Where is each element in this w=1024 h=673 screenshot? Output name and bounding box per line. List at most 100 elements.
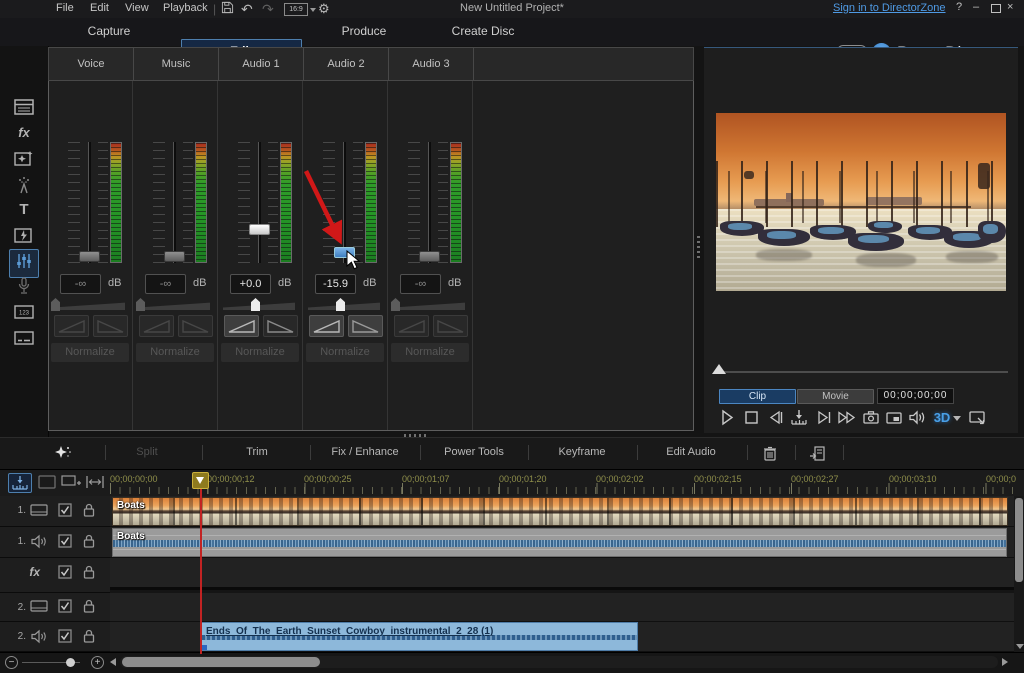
aspect-ratio-selector[interactable]: 16:9 xyxy=(284,3,308,16)
undo-icon[interactable]: ↶ xyxy=(241,1,253,17)
music-clip[interactable]: Ends_Of_The_Earth_Sunset_Cowboy_instrume… xyxy=(201,622,638,651)
seek-to-position-button[interactable] xyxy=(788,408,810,428)
transition-room-icon[interactable] xyxy=(12,226,36,248)
fade-out-button[interactable] xyxy=(433,315,468,337)
particle-room-icon[interactable] xyxy=(12,175,36,197)
normalize-button[interactable]: Normalize xyxy=(391,343,469,362)
chapter-room-icon[interactable]: 123 xyxy=(12,302,36,324)
scroll-left-arrow-icon[interactable] xyxy=(110,658,116,666)
track-enable-checkbox[interactable] xyxy=(58,565,72,584)
track-lock-icon[interactable] xyxy=(82,598,96,619)
pan-track[interactable] xyxy=(138,302,210,310)
zoom-in-button[interactable]: + xyxy=(91,656,104,669)
pan-handle[interactable] xyxy=(391,298,400,311)
fix-enhance-button[interactable]: Fix / Enhance xyxy=(331,446,398,458)
track-lock-icon[interactable] xyxy=(82,502,96,523)
track-enable-checkbox[interactable] xyxy=(58,599,72,618)
next-frame-button[interactable] xyxy=(812,408,834,428)
save-icon[interactable] xyxy=(221,1,234,18)
timecode-display[interactable]: 00;00;00;00 xyxy=(877,388,954,404)
produced-range-icon[interactable] xyxy=(809,444,827,468)
db-value-field[interactable]: +0.0 xyxy=(230,274,271,294)
track-lock-icon[interactable] xyxy=(82,628,96,649)
normalize-button[interactable]: Normalize xyxy=(306,343,384,362)
fade-out-button[interactable] xyxy=(93,315,128,337)
edit-audio-button[interactable]: Edit Audio xyxy=(666,446,716,458)
fader-track[interactable] xyxy=(343,142,346,263)
db-value-field[interactable]: -∞ xyxy=(60,274,101,294)
fade-out-button[interactable] xyxy=(263,315,298,337)
volume-fader-handle[interactable] xyxy=(79,251,100,262)
track-enable-checkbox[interactable] xyxy=(58,629,72,648)
preview-window-button[interactable] xyxy=(883,408,905,428)
scroll-right-arrow-icon[interactable] xyxy=(1002,658,1008,666)
normalize-button[interactable]: Normalize xyxy=(136,343,214,362)
pan-handle[interactable] xyxy=(336,298,345,311)
signin-directorzone-link[interactable]: Sign in to DirectorZone xyxy=(833,2,946,14)
track-enable-checkbox[interactable] xyxy=(58,534,72,553)
menu-playback[interactable]: Playback xyxy=(163,2,208,14)
tab-capture[interactable]: Capture xyxy=(88,24,131,38)
tab-produce[interactable]: Produce xyxy=(342,24,387,38)
help-button[interactable]: ? xyxy=(956,1,962,13)
volume-button[interactable] xyxy=(906,408,928,428)
pan-handle[interactable] xyxy=(51,298,60,311)
track-enable-checkbox[interactable] xyxy=(58,503,72,522)
video-clip-boats[interactable]: Boats xyxy=(112,497,1008,526)
volume-fader-handle-selected[interactable] xyxy=(334,247,355,258)
split-button[interactable]: Split xyxy=(136,446,157,458)
zoom-out-button[interactable]: − xyxy=(5,656,18,669)
previous-frame-button[interactable] xyxy=(764,408,786,428)
pip-objects-room-icon[interactable] xyxy=(12,149,36,171)
preview-seek-bar[interactable] xyxy=(716,371,1008,373)
track-row-video2[interactable] xyxy=(110,593,1014,622)
fade-out-button[interactable] xyxy=(178,315,213,337)
play-button[interactable] xyxy=(716,408,738,428)
db-value-field[interactable]: -15.9 xyxy=(315,274,356,294)
add-track-icon[interactable] xyxy=(60,473,84,493)
subtitle-room-icon[interactable] xyxy=(12,328,36,350)
panel-splitter-handle[interactable] xyxy=(697,236,700,260)
magic-tools-icon[interactable] xyxy=(52,444,74,469)
title-room-icon[interactable]: T xyxy=(12,199,36,221)
volume-fader-handle[interactable] xyxy=(164,251,185,262)
track-row-fx[interactable] xyxy=(110,558,1014,590)
preview-mode-clip-tab[interactable]: Clip xyxy=(719,389,796,404)
scroll-down-arrow-icon[interactable] xyxy=(1016,644,1024,649)
3d-mode-button[interactable]: 3D xyxy=(930,408,954,428)
pan-track[interactable] xyxy=(393,302,465,310)
db-value-field[interactable]: -∞ xyxy=(145,274,186,294)
fade-in-button[interactable] xyxy=(394,315,429,337)
clip-trim-grip[interactable] xyxy=(202,645,207,650)
stop-button[interactable] xyxy=(740,408,762,428)
menu-view[interactable]: View xyxy=(125,2,149,14)
track-manager-icon[interactable] xyxy=(84,473,108,493)
preview-mode-movie-tab[interactable]: Movie xyxy=(797,389,874,404)
tab-create-disc[interactable]: Create Disc xyxy=(452,24,515,38)
normalize-button[interactable]: Normalize xyxy=(51,343,129,362)
undock-preview-button[interactable] xyxy=(966,408,988,428)
fade-in-button[interactable] xyxy=(309,315,344,337)
voiceover-room-icon[interactable] xyxy=(12,276,36,298)
horizontal-scrollbar-thumb[interactable] xyxy=(122,657,320,667)
close-button[interactable]: × xyxy=(1007,1,1013,13)
audio-clip-boats[interactable]: Boats xyxy=(112,528,1007,557)
keyframe-button[interactable]: Keyframe xyxy=(558,446,605,458)
pan-handle[interactable] xyxy=(251,298,260,311)
volume-fader-handle[interactable] xyxy=(249,224,270,235)
pan-track[interactable] xyxy=(53,302,125,310)
zoom-slider-handle[interactable] xyxy=(66,658,75,667)
fade-in-button[interactable] xyxy=(224,315,259,337)
media-room-icon[interactable] xyxy=(12,97,36,119)
normalize-button[interactable]: Normalize xyxy=(221,343,299,362)
preview-seek-handle[interactable] xyxy=(712,364,726,374)
menu-file[interactable]: File xyxy=(56,2,74,14)
storyboard-view-icon[interactable] xyxy=(36,473,60,493)
db-value-field[interactable]: -∞ xyxy=(400,274,441,294)
fade-out-button[interactable] xyxy=(348,315,383,337)
delete-trash-icon[interactable] xyxy=(761,444,779,468)
volume-fader-handle[interactable] xyxy=(419,251,440,262)
maximize-button[interactable] xyxy=(991,4,1001,13)
fader-track[interactable] xyxy=(258,142,261,263)
trim-button[interactable]: Trim xyxy=(246,446,268,458)
